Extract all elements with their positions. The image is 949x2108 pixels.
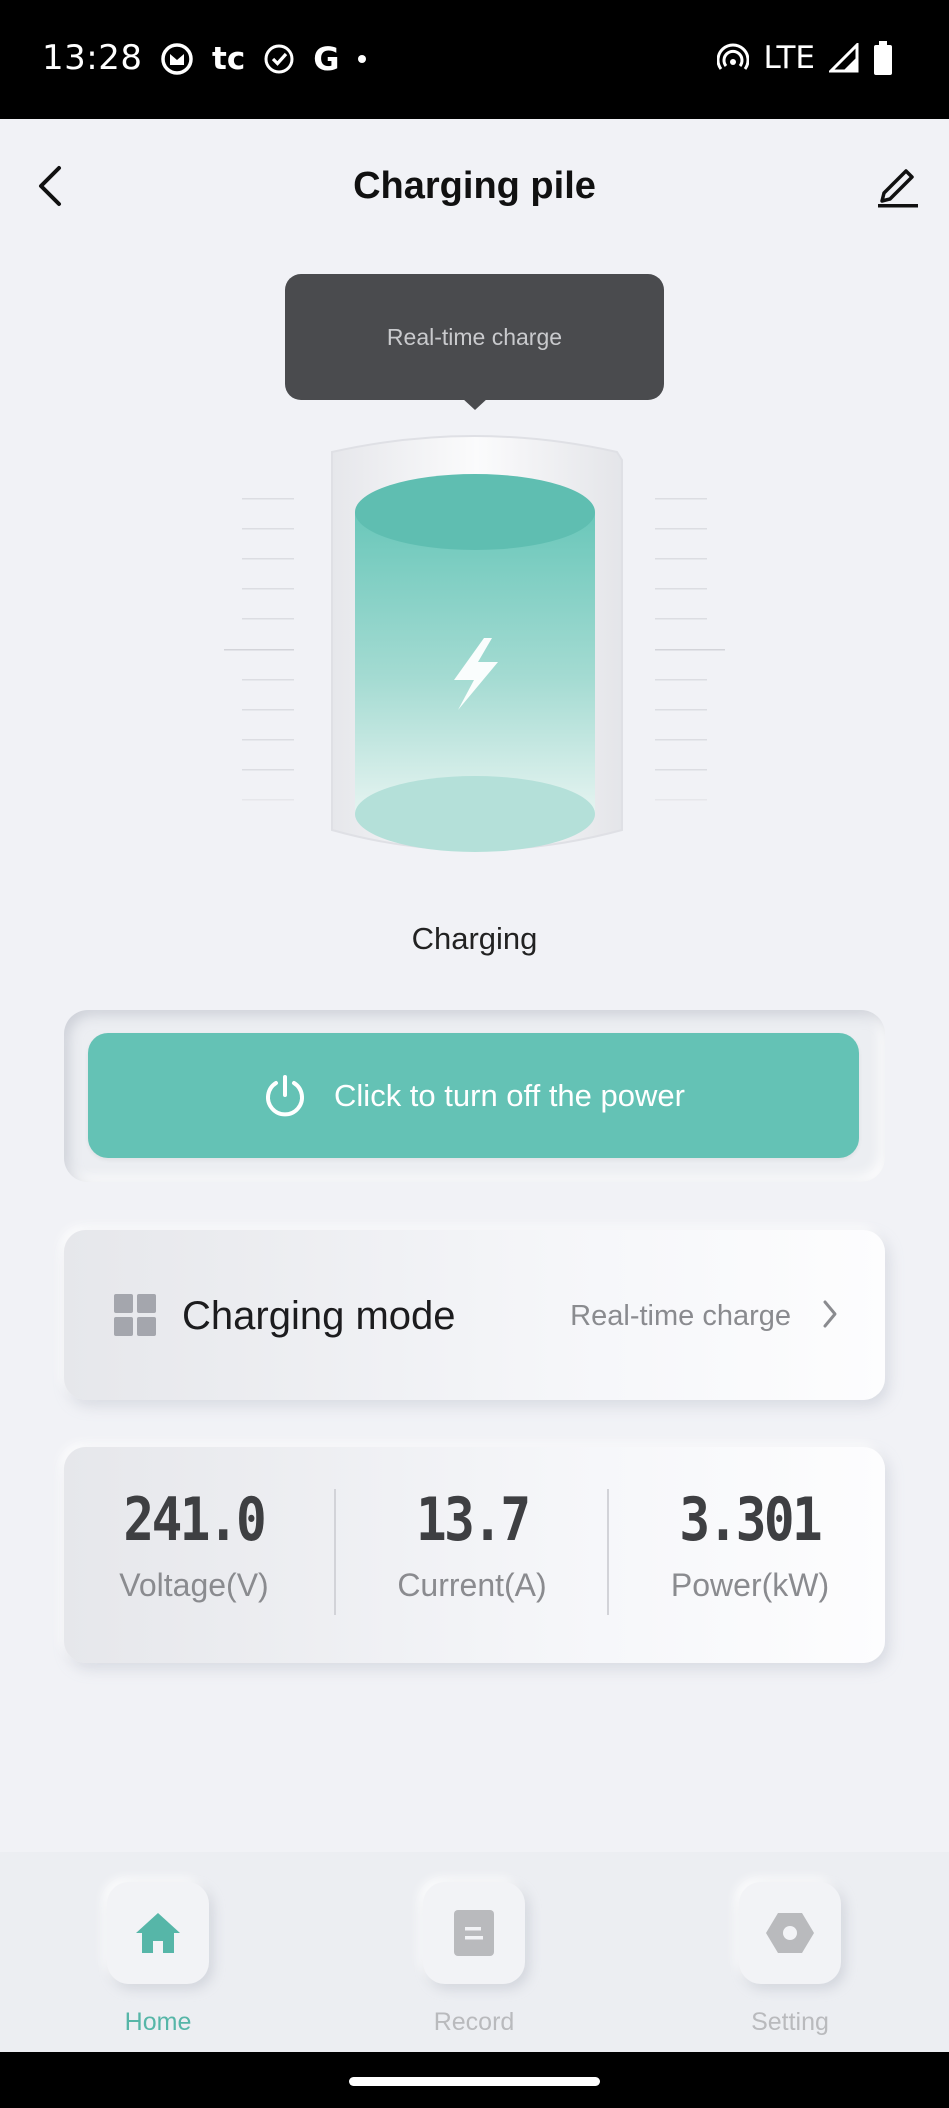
nav-setting[interactable]: Setting — [720, 1882, 860, 2037]
voltage-label: Voltage(V) — [119, 1567, 269, 1603]
status-time: 13:28 — [42, 38, 143, 78]
stat-divider — [334, 1489, 336, 1615]
battery-cylinder — [224, 435, 725, 852]
dot-icon — [358, 55, 367, 63]
grid-icon — [114, 1294, 156, 1336]
chevron-right-icon — [823, 1300, 837, 1328]
nav-record[interactable]: Record — [404, 1882, 544, 2037]
power-button-label: Click to turn off the power — [334, 1077, 685, 1113]
hexagon-settings-icon — [766, 1913, 814, 1953]
notification-icons: tc G — [160, 40, 367, 78]
current-value: 13.7 — [415, 1485, 531, 1555]
charging-status-text: Charging — [411, 921, 538, 956]
power-label: Power(kW) — [670, 1567, 830, 1603]
tooltip-arrow — [462, 398, 488, 410]
signal-icon — [829, 43, 859, 73]
nav-home-label: Home — [124, 2008, 192, 2036]
nav-home[interactable]: Home — [88, 1882, 228, 2037]
home-icon — [136, 1913, 180, 1953]
nav-setting-label: Setting — [751, 2008, 829, 2036]
power-value: 3.301 — [679, 1485, 823, 1555]
charging-mode-row[interactable]: Charging mode Real-time charge — [64, 1230, 885, 1400]
charging-stats-card: 241.0 Voltage(V) 13.7 Current(A) 3.301 P… — [64, 1447, 885, 1663]
voltage-stat: 241.0 Voltage(V) — [64, 1485, 324, 1604]
bottom-nav: Home Record Setting — [0, 1852, 949, 2052]
stat-divider — [607, 1489, 609, 1615]
charging-mode-value: Real-time charge — [570, 1300, 791, 1332]
battery-graphic — [222, 430, 727, 880]
network-type: LTE — [763, 40, 815, 76]
check-circle-icon — [264, 44, 294, 74]
tooltip-text: Real-time charge — [386, 323, 563, 350]
system-icons: LTE — [717, 40, 893, 76]
home-gesture-bar[interactable] — [349, 2077, 600, 2086]
pencil-icon — [878, 169, 918, 208]
status-bar: 13:28 tc G LTE — [0, 0, 949, 119]
edit-button[interactable] — [873, 161, 923, 211]
charge-mode-tooltip: Real-time charge — [285, 274, 664, 400]
power-stat: 3.301 Power(kW) — [620, 1485, 880, 1604]
voltage-value: 241.0 — [123, 1485, 267, 1555]
power-off-button[interactable]: Click to turn off the power — [88, 1033, 859, 1158]
current-stat: 13.7 Current(A) — [342, 1485, 602, 1604]
battery-icon — [874, 41, 892, 75]
nav-record-label: Record — [433, 2008, 515, 2036]
charging-mode-label: Charging mode — [182, 1294, 456, 1338]
power-icon — [266, 1074, 305, 1116]
tc-icon: tc — [212, 41, 246, 77]
level-ticks-right — [655, 498, 725, 801]
hotspot-icon — [717, 43, 750, 70]
google-icon: G — [313, 40, 340, 78]
gmail-icon — [161, 43, 193, 75]
current-label: Current(A) — [397, 1567, 547, 1603]
header: Charging pile — [0, 119, 949, 249]
page-title: Charging pile — [353, 165, 596, 207]
document-icon — [454, 1910, 494, 1956]
level-ticks-left — [224, 498, 294, 801]
